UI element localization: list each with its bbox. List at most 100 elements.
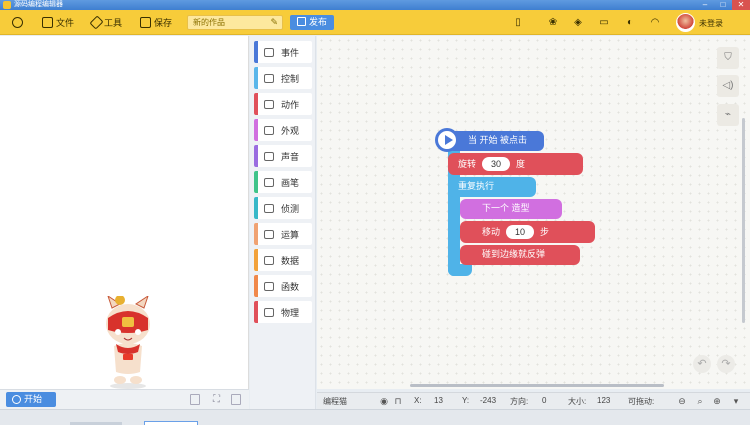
turn-degree-input[interactable]: 30	[482, 157, 511, 171]
y-label: Y:	[462, 396, 470, 405]
theme-icon[interactable]: ◐	[624, 17, 636, 29]
globe-button[interactable]	[12, 14, 23, 31]
category-color-bar	[254, 145, 258, 167]
window-controls: – □ ✕	[696, 0, 750, 10]
phone-icon[interactable]: ▯	[512, 17, 524, 29]
start-button[interactable]: 开始	[6, 392, 56, 407]
zoom-reset-icon[interactable]: ⌕	[695, 396, 705, 406]
undo-icon[interactable]: ↶	[693, 355, 711, 373]
gamepad-icon	[264, 73, 274, 83]
stage-canvas[interactable]	[0, 36, 249, 389]
category-motion[interactable]: 动作	[254, 93, 312, 115]
save-label: 保存	[154, 18, 173, 28]
move-steps-input[interactable]: 10	[506, 225, 535, 239]
bounce-edge-block[interactable]: 碰到边缘就反弹	[460, 245, 580, 265]
direction-value[interactable]: 0	[542, 396, 546, 405]
cat-sprite[interactable]	[98, 296, 158, 391]
file-menu[interactable]: 文件	[42, 14, 74, 31]
move-block[interactable]: 移动 10 步	[460, 221, 595, 243]
tools-menu-label: 工具	[104, 18, 123, 28]
project-name-input[interactable]: 新的作品 ✎	[187, 15, 283, 30]
y-value[interactable]: -243	[480, 396, 496, 405]
horizontal-scrollbar[interactable]	[410, 384, 664, 387]
move-label: 移动	[482, 227, 501, 237]
chart-line-icon	[264, 255, 274, 265]
bounce-label: 碰到边缘就反弹	[482, 249, 546, 259]
device-icon[interactable]	[190, 394, 200, 405]
save-button[interactable]: 保存	[140, 14, 172, 31]
zoom-in-icon[interactable]: ⊕	[712, 396, 722, 406]
next-costume-block[interactable]: 下一个 造型	[460, 199, 562, 219]
block-category-palette: 事件 控制 动作 外观 声音 画笔 侦测 运算 数据 函数 物理	[250, 36, 316, 409]
category-operators[interactable]: 运算	[254, 223, 312, 245]
vertical-scrollbar[interactable]	[742, 118, 745, 323]
category-event[interactable]: 事件	[254, 41, 312, 63]
app-logo-icon	[3, 1, 11, 9]
login-link[interactable]: 未登录	[699, 18, 723, 29]
category-label: 画笔	[281, 177, 300, 188]
wrench-icon	[89, 15, 104, 30]
category-label: 控制	[281, 73, 300, 84]
publish-button[interactable]: 发布	[290, 15, 334, 30]
zoom-out-icon[interactable]: ⊖	[677, 396, 687, 406]
project-name-text: 新的作品	[193, 18, 225, 27]
category-sound[interactable]: 声音	[254, 145, 312, 167]
x-label: X:	[414, 396, 422, 405]
category-looks[interactable]: 外观	[254, 119, 312, 141]
redo-icon[interactable]: ↷	[717, 355, 735, 373]
user-avatar[interactable]	[676, 13, 695, 32]
variable-chart-icon[interactable]: ⌁	[717, 104, 739, 126]
function-icon	[264, 281, 274, 291]
window-title: 源码编程编辑器	[14, 1, 63, 8]
turn-block[interactable]: 旋转 30 度	[448, 153, 583, 175]
category-label: 运算	[281, 229, 300, 240]
brush-icon	[264, 177, 274, 187]
repeat-c-foot	[448, 264, 472, 276]
hat-block-label: 当 开始 被点击	[468, 135, 528, 145]
event-hat-block[interactable]: 当 开始 被点击	[448, 131, 544, 151]
category-data[interactable]: 数据	[254, 249, 312, 271]
signal-icon	[264, 203, 274, 213]
sprite-name: 编程猫	[323, 397, 347, 406]
maximize-button[interactable]: □	[714, 0, 732, 10]
move-unit-label: 步	[540, 227, 550, 237]
file-menu-label: 文件	[56, 18, 75, 28]
eye-icon[interactable]: ◉	[379, 396, 389, 406]
category-label: 声音	[281, 151, 300, 162]
paw-icon[interactable]: ❀	[547, 17, 559, 29]
save-icon	[140, 17, 151, 28]
category-functions[interactable]: 函数	[254, 275, 312, 297]
minimize-button[interactable]: –	[696, 0, 714, 10]
repeat-forever-block[interactable]: 重复执行	[448, 177, 536, 197]
tools-menu[interactable]: 工具	[89, 14, 123, 31]
category-physics[interactable]: 物理	[254, 301, 312, 323]
fullscreen-icon[interactable]: ⛶	[213, 394, 223, 405]
category-color-bar	[254, 223, 258, 245]
category-control[interactable]: 控制	[254, 67, 312, 89]
stage-controls: 开始 ⛶	[0, 389, 249, 409]
folder-icon	[42, 17, 53, 28]
sound-icon[interactable]: ◁)	[717, 75, 739, 97]
zoom-dropdown-icon[interactable]: ▾	[731, 396, 741, 406]
folder-icon-right[interactable]: ▭	[598, 17, 610, 29]
sprite-tab-active[interactable]	[144, 421, 198, 425]
size-label: 大小:	[568, 397, 587, 406]
category-sensing[interactable]: 侦测	[254, 197, 312, 219]
close-button[interactable]: ✕	[732, 0, 750, 10]
category-label: 物理	[281, 307, 300, 318]
lock-icon[interactable]: ⊓	[393, 396, 403, 406]
category-label: 事件	[281, 47, 300, 58]
turn-unit-label: 度	[516, 159, 526, 169]
grid-icon[interactable]	[231, 394, 241, 405]
wifi-icon[interactable]: ◠	[649, 17, 661, 29]
category-label: 函数	[281, 281, 300, 292]
package-icon[interactable]: ◈	[572, 17, 584, 29]
window-titlebar: 源码编程编辑器 – □ ✕	[0, 0, 750, 10]
costume-shirt-icon[interactable]: ⛉	[717, 47, 739, 69]
run-icon	[264, 99, 274, 109]
x-value[interactable]: 13	[434, 396, 443, 405]
category-color-bar	[254, 171, 258, 193]
category-pen[interactable]: 画笔	[254, 171, 312, 193]
sprite-tray	[0, 409, 750, 425]
size-value[interactable]: 123	[597, 396, 610, 405]
